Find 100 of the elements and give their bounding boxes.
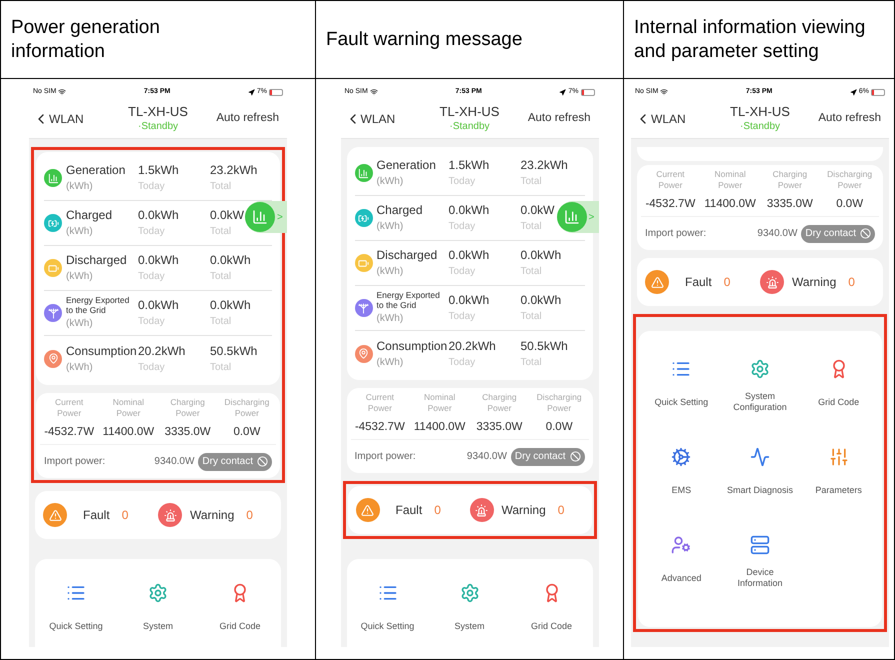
total-value: 23.2kWh — [210, 162, 258, 178]
import-power-label: Import power: — [354, 450, 416, 464]
battery-icon — [269, 88, 283, 96]
today-value: 0.0kWh — [138, 252, 180, 268]
power-label: Charging Power — [169, 397, 206, 419]
menu-item[interactable]: System — [117, 575, 199, 647]
menu-item[interactable]: Grid Code — [510, 575, 592, 647]
alert-count: 0 — [848, 274, 855, 291]
alert-label[interactable]: Warning — [792, 273, 836, 291]
menu-item[interactable]: Quick Setting — [642, 351, 721, 431]
energy-label: Generation — [376, 157, 437, 173]
energy-label: Consumption — [376, 338, 448, 354]
pin-icon — [354, 344, 372, 362]
bar-chart-icon — [44, 169, 62, 187]
menu-item[interactable]: System Configuration — [720, 351, 800, 431]
total-value: 50.5kWh — [210, 342, 258, 358]
device-title: TL-XH-US — [128, 104, 188, 120]
battery-charging-icon — [354, 209, 372, 227]
menu-item[interactable]: Smart Diagnosis — [720, 439, 800, 519]
auto-refresh-button[interactable]: Auto refresh — [203, 110, 283, 128]
menu-item[interactable]: EMS — [642, 439, 721, 519]
unit-label: (kWh) — [66, 270, 94, 284]
total-label: Total — [210, 225, 232, 239]
pulse-icon — [750, 447, 770, 467]
today-value: 0.0kWh — [138, 297, 180, 313]
power-label: Current Power — [364, 392, 396, 414]
power-value: 0.0W — [835, 197, 864, 212]
alert-label[interactable]: Warning — [502, 501, 546, 519]
alert-label[interactable]: Fault — [83, 506, 110, 524]
battery-icon — [871, 88, 885, 96]
power-value: 3335.0W — [475, 420, 524, 435]
menu-item[interactable]: Advanced — [642, 527, 721, 607]
total-label: Total — [520, 175, 543, 189]
unit-label: (kWh) — [66, 360, 94, 374]
menu-item[interactable]: Parameters — [799, 439, 878, 519]
power-label: Nominal Power — [714, 169, 747, 191]
today-value: 0.0kWh — [448, 247, 490, 263]
power-label: Discharging Power — [826, 169, 874, 191]
unit-label: (kWh) — [376, 220, 404, 234]
total-label: Total — [210, 315, 232, 329]
auto-refresh-button[interactable]: Auto refresh — [805, 110, 885, 128]
user-gear-icon — [671, 535, 692, 555]
today-label: Today — [138, 180, 166, 194]
power-pylon-icon — [44, 304, 62, 322]
power-label: Nominal Power — [423, 392, 456, 414]
device-title: TL-XH-US — [730, 104, 790, 120]
alert-count: 0 — [434, 502, 441, 519]
today-label: Today — [138, 270, 166, 284]
unit-label: (kWh) — [66, 180, 94, 194]
today-value: 0.0kWh — [448, 292, 490, 308]
battery-charging-icon — [44, 214, 62, 232]
total-value: 50.5kWh — [520, 338, 568, 354]
import-power-label: Import power: — [44, 455, 106, 469]
alert-count: 0 — [246, 507, 253, 524]
location-icon — [248, 88, 255, 96]
total-label: Total — [520, 265, 543, 279]
total-value: 0.0kWh — [210, 252, 251, 268]
server-icon — [750, 535, 770, 555]
today-value: 0.0kWh — [138, 207, 180, 223]
menu-item[interactable]: Quick Setting — [346, 575, 428, 647]
power-label: Charging Power — [772, 169, 808, 191]
status-text: ·Standby — [740, 120, 780, 133]
menu-item[interactable]: Grid Code — [799, 351, 878, 431]
menu-item[interactable]: Grid Code — [199, 575, 281, 647]
today-label: Today — [138, 225, 166, 239]
power-label: Discharging Power — [536, 392, 583, 414]
today-label: Today — [138, 315, 166, 329]
import-power-label: Import power: — [645, 227, 706, 241]
total-value: 23.2kWh — [520, 157, 568, 173]
status-text: ·Standby — [138, 120, 178, 133]
alert-label[interactable]: Fault — [685, 273, 712, 291]
menu-item[interactable]: System — [428, 575, 510, 647]
back-button[interactable]: WLAN — [635, 110, 715, 128]
back-button[interactable]: WLAN — [344, 110, 424, 128]
menu-item[interactable]: Quick Setting — [35, 575, 117, 647]
auto-refresh-button[interactable]: Auto refresh — [514, 110, 594, 128]
location-icon — [850, 88, 857, 96]
wifi-icon — [660, 88, 668, 96]
blocked-icon — [570, 451, 580, 462]
import-power-value: 9340.0W — [757, 227, 798, 241]
unit-label: (kWh) — [66, 317, 94, 331]
siren-icon — [470, 498, 494, 522]
back-button[interactable]: WLAN — [33, 110, 113, 128]
energy-label: Consumption — [66, 342, 138, 358]
alert-label[interactable]: Fault — [396, 501, 422, 519]
energy-label: Discharged — [66, 252, 128, 268]
bar-chart-icon — [354, 164, 372, 182]
total-value: 0.0kWh — [210, 297, 251, 313]
blocked-icon — [257, 456, 268, 467]
today-value: 20.2kWh — [448, 338, 497, 354]
today-value: 20.2kWh — [138, 342, 186, 358]
power-value: 11400.0W — [412, 420, 466, 435]
power-value: 0.0W — [544, 420, 574, 435]
energy-label: Charged — [376, 202, 424, 218]
unit-label: (kWh) — [376, 312, 404, 326]
unit-label: (kWh) — [66, 225, 94, 239]
column-heading: Power generation information — [11, 16, 161, 64]
menu-item[interactable]: Device Information — [720, 527, 800, 607]
alert-label[interactable]: Warning — [190, 506, 234, 524]
total-label: Total — [520, 220, 543, 234]
